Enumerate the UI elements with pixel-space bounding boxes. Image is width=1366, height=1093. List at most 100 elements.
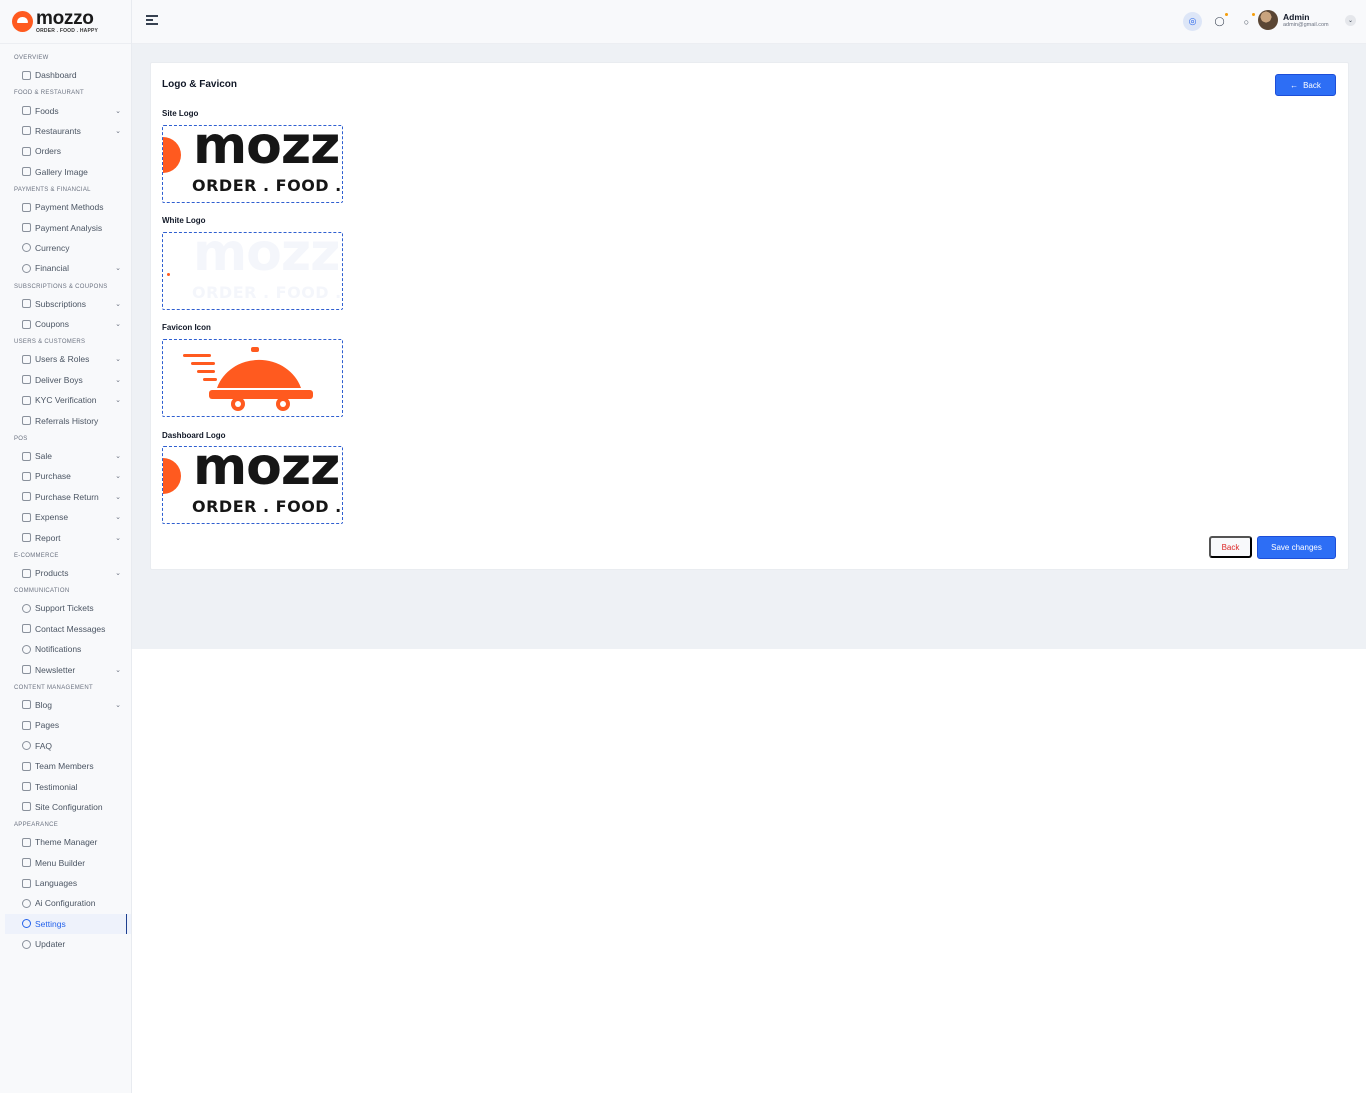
sidebar-item-payment-analysis[interactable]: Payment Analysis	[0, 217, 131, 237]
site-logo-upload[interactable]: mozz ORDER . FOOD . H	[162, 125, 343, 203]
white-logo-upload[interactable]: mozz ORDER . FOOD . H	[162, 232, 343, 310]
avatar[interactable]	[1258, 10, 1278, 30]
chevron-down-icon[interactable]: ⌄	[1345, 14, 1356, 26]
topbar: ◎ ◯ ○ Admin admin@gmail.com ⌄	[132, 0, 1366, 44]
sidebar-item-subscriptions[interactable]: Subscriptions ⌄	[0, 294, 131, 314]
sidebar-item-ai-configuration[interactable]: Ai Configuration	[0, 893, 131, 913]
sidebar-item-contact-messages[interactable]: Contact Messages	[0, 619, 131, 639]
chevron-down-icon[interactable]: ⌄	[115, 320, 121, 328]
mail-icon	[22, 624, 31, 634]
sidebar-item-languages[interactable]: Languages	[0, 873, 131, 893]
menu-icon	[22, 858, 31, 868]
chevron-down-icon[interactable]: ⌄	[115, 666, 121, 674]
sidebar-item-faq[interactable]: FAQ	[0, 736, 131, 756]
sidebar-item-label: Foods	[35, 105, 59, 116]
sidebar-section-title: POS	[14, 435, 28, 442]
box-icon	[22, 568, 31, 578]
sidebar-item-label: Purchase Return	[35, 491, 99, 502]
sidebar-item-dashboard[interactable]: Dashboard	[0, 65, 131, 85]
sidebar-item-kyc-verification[interactable]: KYC Verification ⌄	[0, 390, 131, 410]
sidebar-item-pages[interactable]: Pages	[0, 715, 131, 735]
sidebar-item-gallery-image[interactable]: Gallery Image	[0, 162, 131, 182]
sidebar-section-title: OVERVIEW	[14, 55, 49, 61]
sidebar-item-blog[interactable]: Blog ⌄	[0, 695, 131, 715]
sidebar-item-settings[interactable]: Settings	[5, 913, 131, 935]
chevron-down-icon[interactable]: ⌄	[115, 452, 121, 460]
bell-icon	[22, 644, 31, 654]
page-icon	[22, 720, 31, 730]
sidebar-item-label: Team Members	[35, 761, 94, 772]
sidebar-item-testimonial[interactable]: Testimonial	[0, 776, 131, 796]
chevron-down-icon[interactable]: ⌄	[115, 107, 121, 115]
bell-icon[interactable]: ◯	[1210, 12, 1229, 31]
chevron-down-icon[interactable]: ⌄	[115, 534, 121, 542]
sidebar-item-payment-methods[interactable]: Payment Methods	[0, 197, 131, 217]
back-button-top[interactable]: ← Back	[1275, 74, 1336, 96]
sidebar-item-restaurants[interactable]: Restaurants ⌄	[0, 121, 131, 141]
dashboard-logo-upload[interactable]: mozz ORDER . FOOD . H	[162, 446, 343, 524]
chevron-down-icon[interactable]: ⌄	[115, 300, 121, 308]
site-logo-wordmark: mozz	[193, 125, 340, 176]
sidebar-item-label: Orders	[35, 146, 61, 157]
chevron-down-icon[interactable]: ⌄	[115, 569, 121, 577]
sidebar-item-label: Referrals History	[35, 415, 99, 426]
sidebar-item-theme-manager[interactable]: Theme Manager	[0, 832, 131, 852]
sidebar-item-label: Settings	[35, 918, 66, 929]
chevron-down-icon[interactable]: ⌄	[115, 472, 121, 480]
menu-toggle-icon[interactable]	[146, 15, 158, 27]
sidebar-item-team-members[interactable]: Team Members	[0, 756, 131, 776]
sidebar-item-notifications[interactable]: Notifications	[0, 639, 131, 659]
save-changes-button[interactable]: Save changes	[1257, 536, 1336, 559]
chevron-down-icon[interactable]: ⌄	[115, 376, 121, 384]
chevron-down-icon[interactable]: ⌄	[115, 701, 121, 709]
user-menu[interactable]: Admin admin@gmail.com ⌄	[1258, 10, 1356, 30]
brand-logo[interactable]: mozzo ORDER . FOOD . HAPPY	[0, 0, 131, 44]
sidebar-item-newsletter[interactable]: Newsletter ⌄	[0, 659, 131, 679]
sidebar-item-label: Notifications	[35, 644, 82, 655]
sidebar-item-menu-builder[interactable]: Menu Builder	[0, 853, 131, 873]
team-icon	[22, 761, 31, 771]
sidebar-item-financial[interactable]: Financial ⌄	[0, 258, 131, 278]
chevron-down-icon[interactable]: ⌄	[115, 396, 121, 404]
brand-tagline: ORDER . FOOD . HAPPY	[36, 28, 99, 34]
sidebar-item-users-roles[interactable]: Users & Roles ⌄	[0, 349, 131, 369]
dashboard-logo-tagline: ORDER . FOOD . H	[192, 497, 342, 516]
chevron-down-icon[interactable]: ⌄	[115, 264, 121, 272]
back-button[interactable]: Back	[1209, 536, 1252, 558]
site-logo-tagline: ORDER . FOOD . H	[192, 176, 342, 195]
sidebar-item-orders[interactable]: Orders	[0, 141, 131, 161]
globe-icon[interactable]: ◎	[1183, 12, 1202, 31]
chevron-down-icon[interactable]: ⌄	[115, 355, 121, 363]
sidebar-item-coupons[interactable]: Coupons ⌄	[0, 314, 131, 334]
chevron-down-icon[interactable]: ⌄	[115, 493, 121, 501]
sidebar-item-products[interactable]: Products ⌄	[0, 563, 131, 583]
expense-icon	[22, 512, 31, 522]
sidebar-item-currency[interactable]: Currency	[0, 238, 131, 258]
sidebar-item-sale[interactable]: Sale ⌄	[0, 446, 131, 466]
sidebar-item-deliver-boys[interactable]: Deliver Boys ⌄	[0, 370, 131, 390]
favicon-upload[interactable]	[162, 339, 343, 417]
sidebar-item-expense[interactable]: Expense ⌄	[0, 507, 131, 527]
sidebar-item-label: Blog	[35, 699, 53, 710]
chat-icon[interactable]: ○	[1237, 12, 1256, 31]
sidebar-item-updater[interactable]: Updater	[0, 934, 131, 954]
chevron-down-icon[interactable]: ⌄	[115, 127, 121, 135]
home-icon	[22, 70, 31, 80]
sidebar-item-report[interactable]: Report ⌄	[0, 527, 131, 547]
image-icon	[22, 167, 31, 177]
sidebar-item-site-configuration[interactable]: Site Configuration	[0, 797, 131, 817]
sidebar-item-purchase[interactable]: Purchase ⌄	[0, 466, 131, 486]
sidebar-item-label: Menu Builder	[35, 857, 86, 868]
sale-icon	[22, 451, 31, 461]
sidebar-item-support-tickets[interactable]: Support Tickets	[0, 598, 131, 618]
white-logo-label: White Logo	[162, 216, 206, 225]
sidebar-item-label: FAQ	[35, 740, 53, 751]
user-check-icon	[22, 395, 31, 405]
chevron-down-icon[interactable]: ⌄	[115, 513, 121, 521]
sidebar-item-referrals-history[interactable]: Referrals History	[0, 410, 131, 430]
sidebar-item-purchase-return[interactable]: Purchase Return ⌄	[0, 487, 131, 507]
sidebar-item-foods[interactable]: Foods ⌄	[0, 100, 131, 120]
analysis-icon	[22, 223, 31, 233]
support-icon	[22, 603, 31, 613]
sidebar-section-title: SUBSCRIPTIONS & COUPONS	[14, 283, 108, 290]
